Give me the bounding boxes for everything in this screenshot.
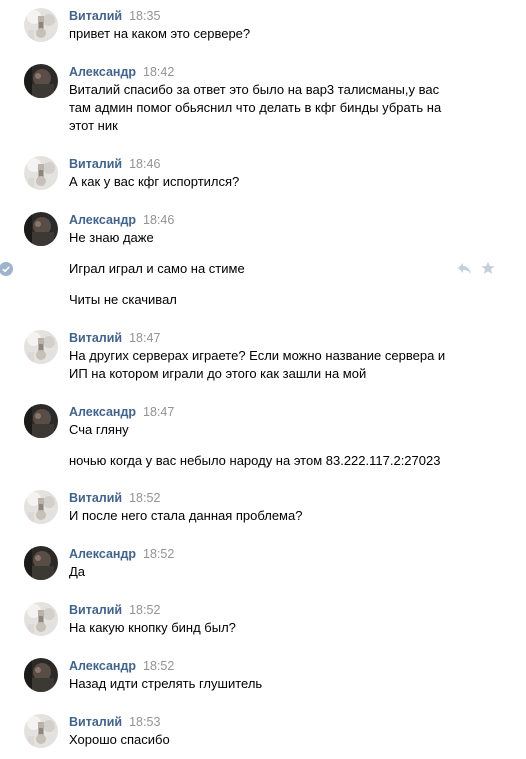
message-text: Виталий спасибо за ответ это было на вар… xyxy=(69,82,440,97)
message-item[interactable]: Александр 18:52 Да xyxy=(0,546,526,583)
message-text: ИП на котором играли до этого как зашли … xyxy=(69,366,367,381)
message-time[interactable]: 18:52 xyxy=(129,491,160,505)
message-item[interactable]: Александр 18:42 Виталий спасибо за ответ э… xyxy=(0,64,526,137)
message-text: ночью когда у вас небыло народу на этом … xyxy=(69,453,441,468)
author-name[interactable]: Виталий xyxy=(69,715,122,729)
message-text: Сча гляну xyxy=(69,422,129,437)
vitaly-avatar[interactable] xyxy=(24,330,58,364)
message-time[interactable]: 18:53 xyxy=(129,715,160,729)
author-name[interactable]: Александр xyxy=(69,659,136,673)
message-header: Александр 18:46 xyxy=(69,212,174,228)
message-time[interactable]: 18:47 xyxy=(129,331,160,345)
message-item[interactable]: Александр 18:52 Назад идти стрелять глушит… xyxy=(0,658,526,695)
message-header: Виталий 18:35 xyxy=(69,8,160,24)
message-header: Александр 18:52 xyxy=(69,546,174,562)
message-item[interactable]: Александр 18:47 Сча гляну ночью когда у вас… xyxy=(0,404,526,472)
message-time[interactable]: 18:52 xyxy=(143,547,174,561)
message-text: На какую кнопку бинд был? xyxy=(69,620,236,635)
message-header: Виталий 18:52 xyxy=(69,602,160,618)
message-header: Виталий 18:52 xyxy=(69,490,160,506)
check-circle-icon[interactable] xyxy=(0,262,13,276)
message-text: Хорошо спасибо xyxy=(69,732,170,747)
message-text: Да xyxy=(69,564,86,579)
message-time[interactable]: 18:52 xyxy=(129,603,160,617)
message-item[interactable]: Виталий 18:52 На какую кнопку бинд был? xyxy=(0,602,526,639)
author-name[interactable]: Александр xyxy=(69,213,136,227)
author-name[interactable]: Виталий xyxy=(69,9,122,23)
alexander-avatar[interactable] xyxy=(24,64,58,98)
message-time[interactable]: 18:42 xyxy=(143,65,174,79)
message-text: На других серверах играете? Если можно н… xyxy=(69,348,446,363)
vitaly-avatar[interactable] xyxy=(24,602,58,636)
message-text: привет на каком это сервере? xyxy=(69,26,251,41)
message-time[interactable]: 18:52 xyxy=(143,659,174,673)
message-text: Играл играл и само на стиме xyxy=(69,261,245,276)
message-time[interactable]: 18:47 xyxy=(143,405,174,419)
message-text: Назад идти стрелять глушитель xyxy=(69,676,263,691)
author-name[interactable]: Виталий xyxy=(69,603,122,617)
star-icon[interactable] xyxy=(481,261,495,275)
message-item[interactable]: Александр 18:46 Не знаю даже Играл играл и … xyxy=(0,212,526,311)
vitaly-avatar[interactable] xyxy=(24,156,58,190)
message-text: Не знаю даже xyxy=(69,230,154,245)
message-header: Виталий 18:53 xyxy=(69,714,160,730)
message-header: Александр 18:47 xyxy=(69,404,174,420)
alexander-avatar[interactable] xyxy=(24,546,58,580)
vitaly-avatar[interactable] xyxy=(24,490,58,524)
message-text: там админ помог обьяснил что делать в кф… xyxy=(69,100,442,115)
message-item[interactable]: Виталий 18:47 На других серверах играете? … xyxy=(0,330,526,385)
message-header: Виталий 18:47 xyxy=(69,330,160,346)
author-name[interactable]: Александр xyxy=(69,547,136,561)
message-time[interactable]: 18:46 xyxy=(129,157,160,171)
message-item[interactable]: Виталий 18:52 И после него стала данная пр… xyxy=(0,490,526,527)
author-name[interactable]: Александр xyxy=(69,405,136,419)
vitaly-avatar[interactable] xyxy=(24,8,58,42)
reply-icon[interactable] xyxy=(457,262,472,275)
message-header: Виталий 18:46 xyxy=(69,156,160,172)
message-time[interactable]: 18:46 xyxy=(143,213,174,227)
alexander-avatar[interactable] xyxy=(24,404,58,438)
message-item[interactable]: Виталий 18:46 А как у вас кфг испортился? xyxy=(0,156,526,193)
message-text: Читы не скачивал xyxy=(69,292,177,307)
alexander-avatar[interactable] xyxy=(24,658,58,692)
message-item[interactable]: Виталий 18:53 Хорошо спасибо xyxy=(0,714,526,751)
message-header: Александр 18:52 xyxy=(69,658,174,674)
chat-history: Виталий 18:35 привет на каком это сервере?… xyxy=(0,0,526,759)
author-name[interactable]: Виталий xyxy=(69,157,122,171)
message-item[interactable]: Виталий 18:35 привет на каком это сервере? xyxy=(0,8,526,45)
message-time[interactable]: 18:35 xyxy=(129,9,160,23)
author-name[interactable]: Александр xyxy=(69,65,136,79)
message-text: А как у вас кфг испортился? xyxy=(69,174,240,189)
message-header: Александр 18:42 xyxy=(69,64,174,80)
message-text: этот ник xyxy=(69,118,118,133)
alexander-avatar[interactable] xyxy=(24,212,58,246)
message-text: И после него стала данная проблема? xyxy=(69,508,303,523)
author-name[interactable]: Виталий xyxy=(69,491,122,505)
vitaly-avatar[interactable] xyxy=(24,714,58,748)
author-name[interactable]: Виталий xyxy=(69,331,122,345)
